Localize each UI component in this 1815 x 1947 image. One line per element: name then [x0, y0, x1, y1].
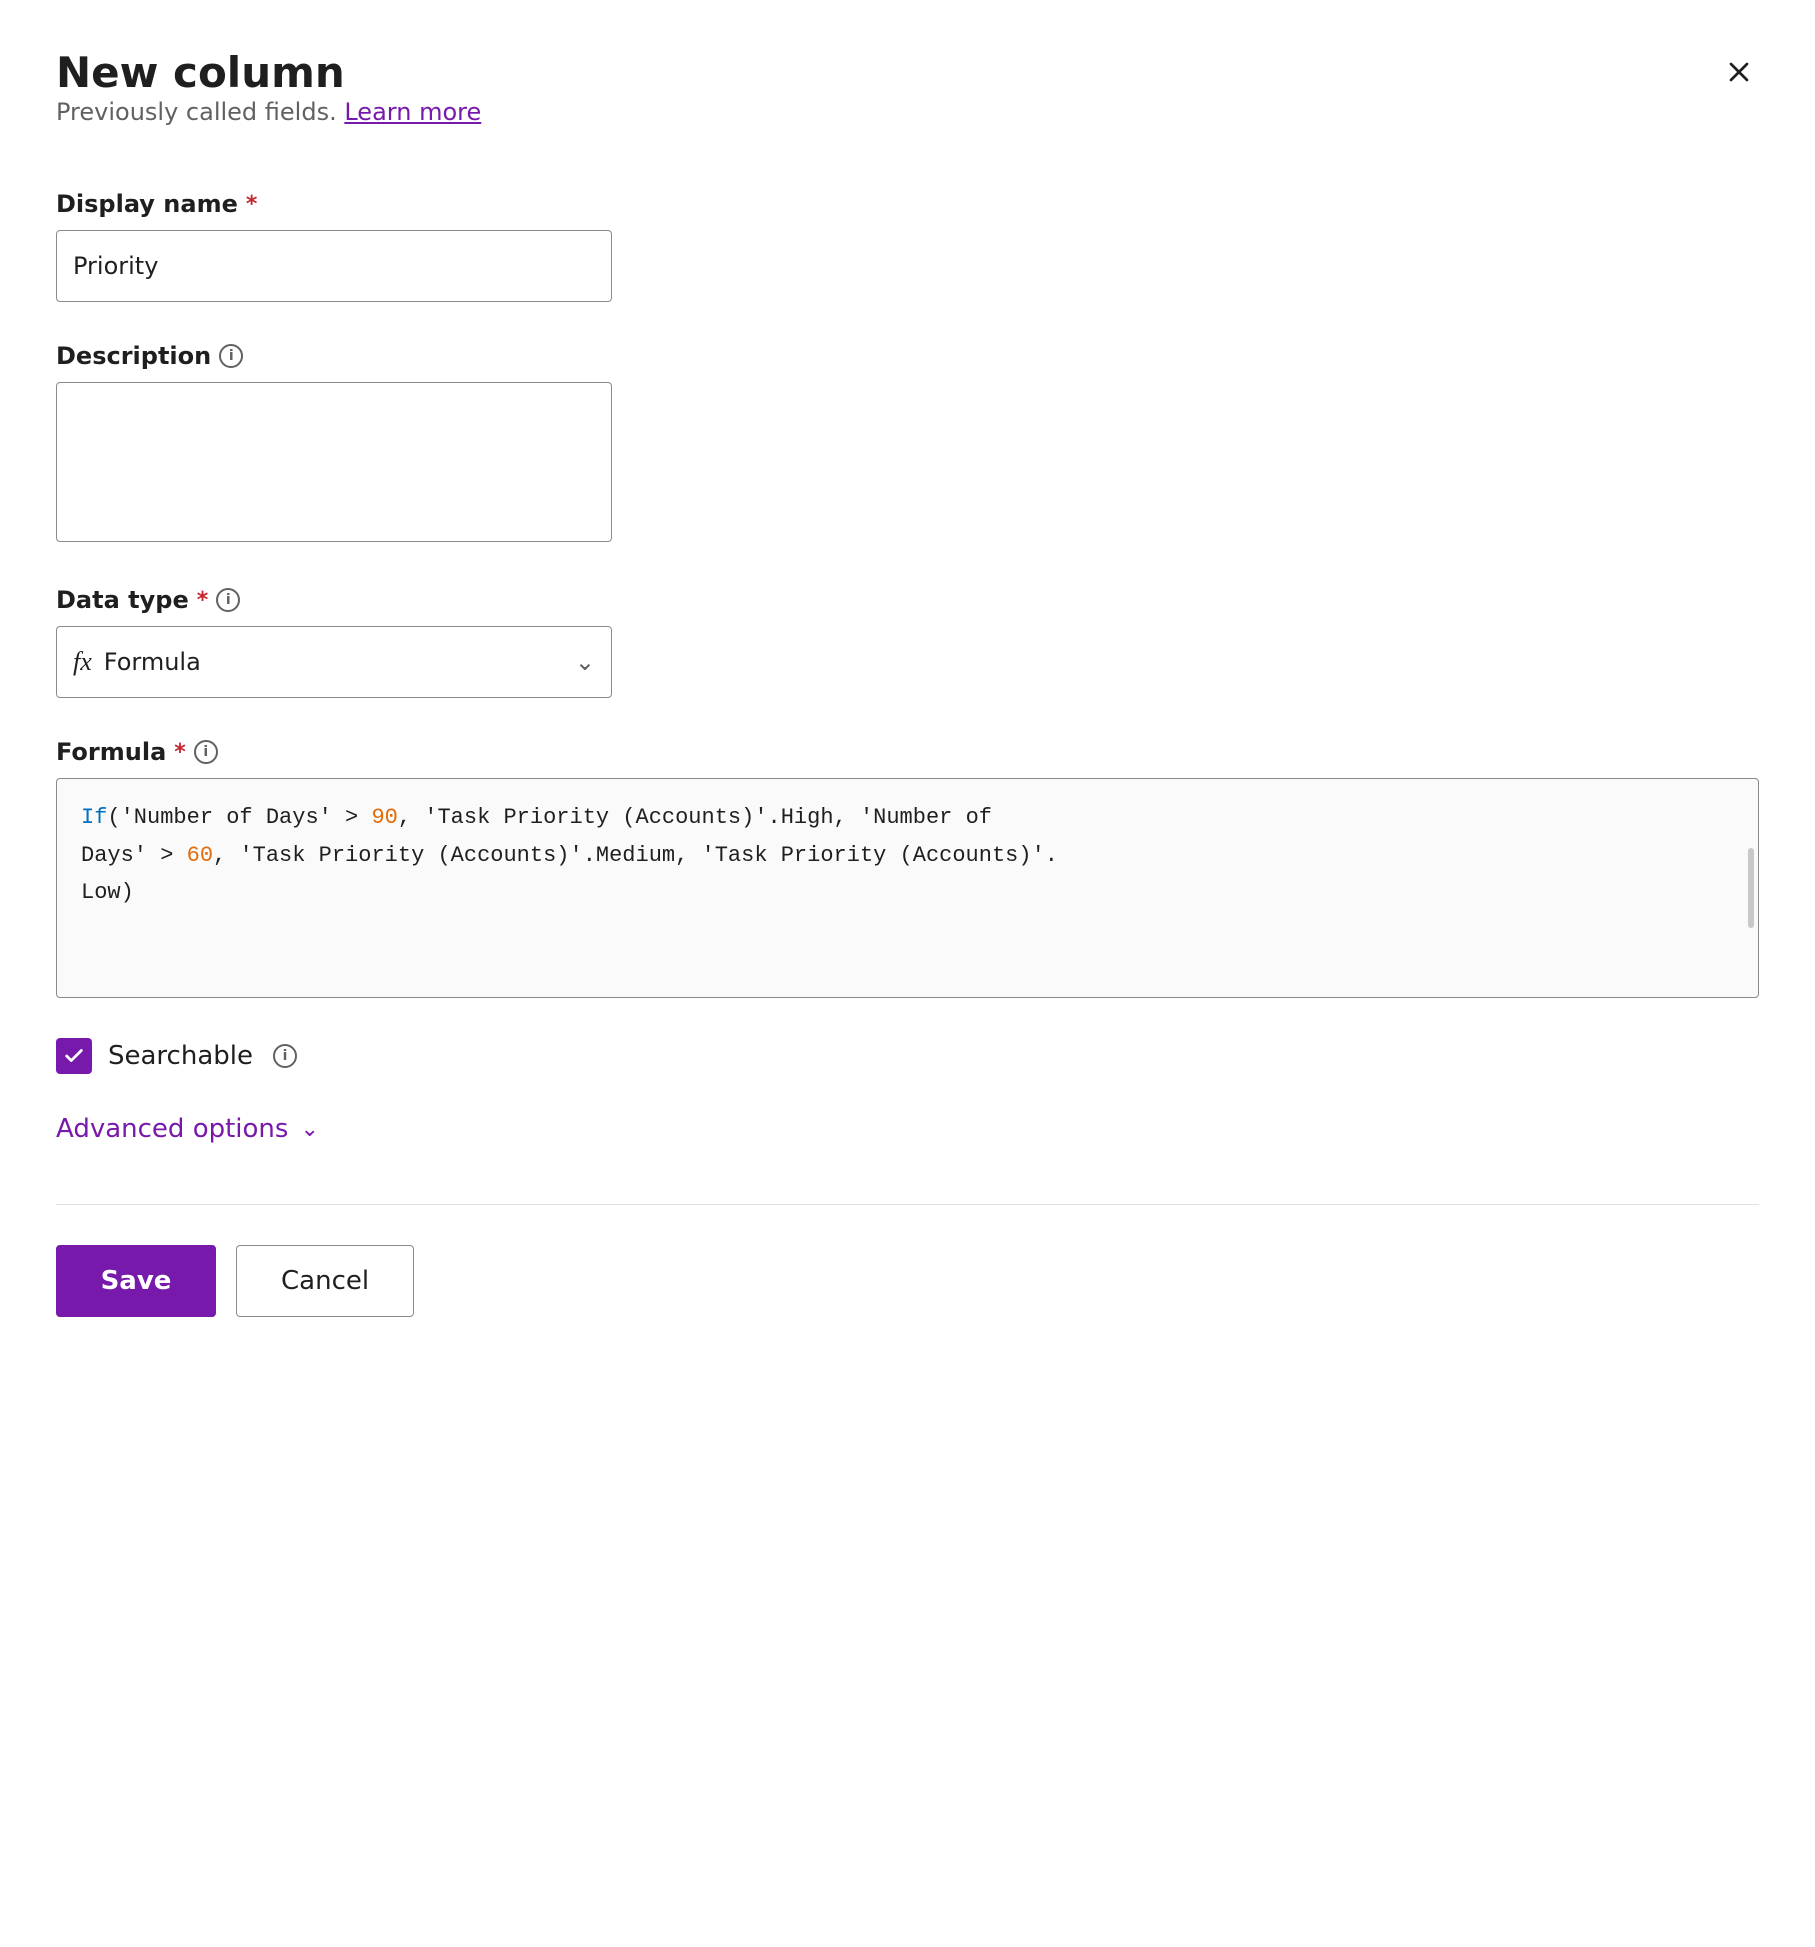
footer-divider [56, 1204, 1759, 1205]
formula-required-star: * [174, 740, 186, 765]
description-info-icon[interactable]: i [219, 344, 243, 368]
chevron-down-icon: ⌄ [575, 648, 595, 676]
description-group: Description i [56, 342, 1759, 546]
required-star: * [246, 192, 258, 217]
data-type-group: Data type * i fx Formula ⌄ [56, 586, 1759, 698]
searchable-checkbox-wrapper[interactable]: Searchable [56, 1038, 253, 1074]
dialog-header: New column Previously called fields. Lea… [56, 48, 1759, 182]
display-name-label: Display name * [56, 190, 1759, 218]
display-name-group: Display name * [56, 190, 1759, 302]
display-name-input[interactable] [56, 230, 612, 302]
searchable-row: Searchable i [56, 1038, 1759, 1074]
advanced-options-label: Advanced options [56, 1114, 288, 1144]
dialog-subtitle: Previously called fields. Learn more [56, 98, 481, 126]
formula-info-icon[interactable]: i [194, 740, 218, 764]
advanced-options-button[interactable]: Advanced options ⌄ [56, 1114, 319, 1144]
searchable-info-icon[interactable]: i [273, 1044, 297, 1068]
data-type-required-star: * [197, 588, 209, 613]
data-type-select-wrapper: fx Formula ⌄ [56, 626, 612, 698]
footer-buttons: Save Cancel [56, 1245, 1759, 1317]
data-type-value: Formula [104, 648, 201, 676]
new-column-dialog: New column Previously called fields. Lea… [0, 0, 1815, 1947]
searchable-checkbox[interactable] [56, 1038, 92, 1074]
data-type-select[interactable]: fx Formula ⌄ [56, 626, 612, 698]
formula-text: If('Number of Days' > 90, 'Task Priority… [81, 799, 1734, 911]
subtitle-text: Previously called fields. [56, 98, 337, 126]
searchable-label: Searchable [108, 1041, 253, 1071]
data-type-info-icon[interactable]: i [216, 588, 240, 612]
scrollbar[interactable] [1748, 848, 1754, 928]
advanced-options-chevron-icon: ⌄ [300, 1117, 318, 1142]
select-left: fx Formula [73, 647, 201, 677]
learn-more-link[interactable]: Learn more [344, 98, 481, 126]
fx-icon: fx [73, 647, 92, 677]
data-type-label: Data type * i [56, 586, 1759, 614]
description-label: Description i [56, 342, 1759, 370]
description-input[interactable] [56, 382, 612, 542]
save-button[interactable]: Save [56, 1245, 216, 1317]
formula-editor[interactable]: If('Number of Days' > 90, 'Task Priority… [56, 778, 1759, 998]
dialog-title: New column [56, 48, 481, 98]
formula-group: Formula * i If('Number of Days' > 90, 'T… [56, 738, 1759, 998]
cancel-button[interactable]: Cancel [236, 1245, 414, 1317]
close-button[interactable] [1719, 52, 1759, 92]
formula-label: Formula * i [56, 738, 1759, 766]
